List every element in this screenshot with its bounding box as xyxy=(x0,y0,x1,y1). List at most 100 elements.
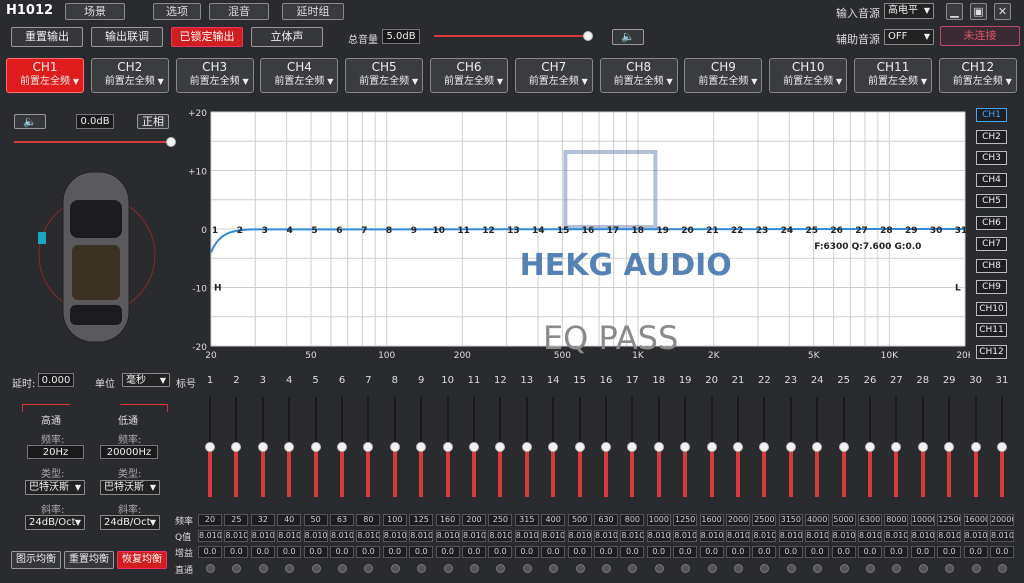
band-q-19[interactable]: 8.010 xyxy=(673,530,698,542)
band-slider-knob[interactable] xyxy=(785,442,796,452)
channel-gain-value[interactable]: 0.0dB xyxy=(76,114,114,129)
band-slider-knob[interactable] xyxy=(733,442,743,452)
band-point-11[interactable]: 11 xyxy=(457,226,470,236)
graph-channel-3[interactable]: CH3 xyxy=(976,151,1007,165)
band-bypass-8[interactable] xyxy=(390,564,400,573)
graph-channel-11[interactable]: CH11 xyxy=(976,323,1007,337)
band-point-1[interactable]: 1 xyxy=(212,226,218,236)
band-gain-6[interactable]: 0.0 xyxy=(330,546,354,558)
band-slider-knob[interactable] xyxy=(706,442,717,452)
band-slider-knob[interactable] xyxy=(680,442,691,452)
band-point-14[interactable]: 14 xyxy=(532,226,545,236)
band-gain-30[interactable]: 0.0 xyxy=(963,546,988,558)
band-bypass-25[interactable] xyxy=(839,564,849,573)
channel-desc-select[interactable]: 前置左全频 ▼ xyxy=(435,75,503,89)
band-bypass-22[interactable] xyxy=(760,564,770,573)
band-freq-1[interactable]: 20 xyxy=(198,514,222,526)
menu-3[interactable]: 混音 xyxy=(209,3,269,20)
channel-desc-select[interactable]: 前置左全频 ▼ xyxy=(11,75,79,89)
band-gain-4[interactable]: 0.0 xyxy=(277,546,302,558)
band-bypass-19[interactable] xyxy=(681,564,691,573)
stereo-button[interactable]: 立体声 xyxy=(251,27,323,47)
band-point-26[interactable]: 26 xyxy=(830,226,843,236)
band-bypass-2[interactable] xyxy=(232,564,242,573)
band-point-29[interactable]: 29 xyxy=(905,226,918,236)
band-bypass-21[interactable] xyxy=(734,564,743,573)
band-bypass-20[interactable] xyxy=(707,564,717,573)
band-slider-knob[interactable] xyxy=(865,442,875,452)
band-slider-knob[interactable] xyxy=(363,442,374,452)
band-q-31[interactable]: 8.010 xyxy=(990,530,1014,542)
band-point-25[interactable]: 25 xyxy=(806,226,819,236)
band-gain-5[interactable]: 0.0 xyxy=(303,546,328,558)
band-gain-11[interactable]: 0.0 xyxy=(462,546,486,558)
band-bypass-24[interactable] xyxy=(813,564,823,573)
band-gain-16[interactable]: 0.0 xyxy=(594,546,618,558)
channel-desc-select[interactable]: 前置左全频 ▼ xyxy=(859,75,927,89)
band-point-15[interactable]: 15 xyxy=(557,226,570,236)
band-bypass-27[interactable] xyxy=(892,564,902,573)
band-slider-knob[interactable] xyxy=(205,442,215,452)
graph-channel-5[interactable]: CH5 xyxy=(976,194,1007,208)
band-slider-knob[interactable] xyxy=(337,442,347,452)
band-freq-16[interactable]: 630 xyxy=(594,514,618,526)
band-freq-9[interactable]: 125 xyxy=(409,514,434,526)
band-freq-13[interactable]: 315 xyxy=(514,514,539,526)
band-slider-knob[interactable] xyxy=(891,442,902,452)
band-slider-knob[interactable] xyxy=(257,442,268,452)
band-point-18[interactable]: 18 xyxy=(631,226,644,236)
band-freq-2[interactable]: 25 xyxy=(224,514,249,526)
band-freq-5[interactable]: 50 xyxy=(303,514,328,526)
band-gain-25[interactable]: 0.0 xyxy=(831,546,856,558)
band-point-13[interactable]: 13 xyxy=(507,226,520,236)
band-bypass-11[interactable] xyxy=(470,564,479,573)
band-q-10[interactable]: 8.010 xyxy=(435,530,460,542)
band-slider-knob[interactable] xyxy=(653,442,664,452)
band-gain-13[interactable]: 0.0 xyxy=(514,546,539,558)
band-q-13[interactable]: 8.010 xyxy=(514,530,539,542)
channel-button-9[interactable]: CH9 前置左全频 ▼ xyxy=(684,58,763,93)
band-bypass-15[interactable] xyxy=(575,564,585,573)
band-slider-knob[interactable] xyxy=(284,442,295,452)
channel-gain-slider[interactable] xyxy=(14,141,172,143)
band-q-14[interactable]: 8.010 xyxy=(541,530,566,542)
band-bypass-30[interactable] xyxy=(971,564,981,573)
band-freq-10[interactable]: 160 xyxy=(435,514,460,526)
band-freq-24[interactable]: 4000 xyxy=(805,514,830,526)
band-point-7[interactable]: 7 xyxy=(361,226,367,236)
highpass-marker[interactable]: H xyxy=(214,284,222,294)
band-q-8[interactable]: 8.010 xyxy=(382,530,407,542)
band-gain-24[interactable]: 0.0 xyxy=(805,546,830,558)
band-bypass-18[interactable] xyxy=(654,564,664,573)
band-freq-27[interactable]: 8000 xyxy=(884,514,909,526)
band-q-11[interactable]: 8.010 xyxy=(462,530,486,542)
band-slider-knob[interactable] xyxy=(442,442,453,452)
band-slider-knob[interactable] xyxy=(548,442,559,452)
band-slider-knob[interactable] xyxy=(997,442,1007,452)
band-point-28[interactable]: 28 xyxy=(880,226,893,236)
channel-button-2[interactable]: CH2 前置左全频 ▼ xyxy=(90,58,169,93)
band-gain-12[interactable]: 0.0 xyxy=(488,546,513,558)
band-slider-knob[interactable] xyxy=(759,442,770,452)
band-gain-8[interactable]: 0.0 xyxy=(382,546,407,558)
band-bypass-26[interactable] xyxy=(866,564,875,573)
band-slider-knob[interactable] xyxy=(310,442,321,452)
channel-button-6[interactable]: CH6 前置左全频 ▼ xyxy=(430,58,508,93)
lowpass-marker[interactable]: L xyxy=(955,284,961,294)
band-gain-21[interactable]: 0.0 xyxy=(726,546,750,558)
band-bypass-17[interactable] xyxy=(628,564,638,573)
band-point-21[interactable]: 21 xyxy=(706,226,719,236)
band-gain-2[interactable]: 0.0 xyxy=(224,546,249,558)
lowpass-slope-select[interactable]: 24dB/Oct ▼ xyxy=(100,515,160,530)
band-q-2[interactable]: 8.010 xyxy=(224,530,249,542)
channel-mute-button[interactable]: 🔈 xyxy=(14,114,46,129)
channel-desc-select[interactable]: 前置左全频 ▼ xyxy=(181,75,249,89)
band-freq-15[interactable]: 500 xyxy=(567,514,592,526)
band-point-3[interactable]: 3 xyxy=(262,226,268,236)
highpass-slope-select[interactable]: 24dB/Oct ▼ xyxy=(25,515,85,530)
band-freq-26[interactable]: 6300 xyxy=(858,514,882,526)
input-source-select[interactable]: 高电平 ▼ xyxy=(884,3,934,19)
band-point-17[interactable]: 17 xyxy=(607,226,620,236)
mute-button[interactable]: 🔈 xyxy=(612,29,644,45)
phase-button[interactable]: 正相 xyxy=(137,114,169,129)
